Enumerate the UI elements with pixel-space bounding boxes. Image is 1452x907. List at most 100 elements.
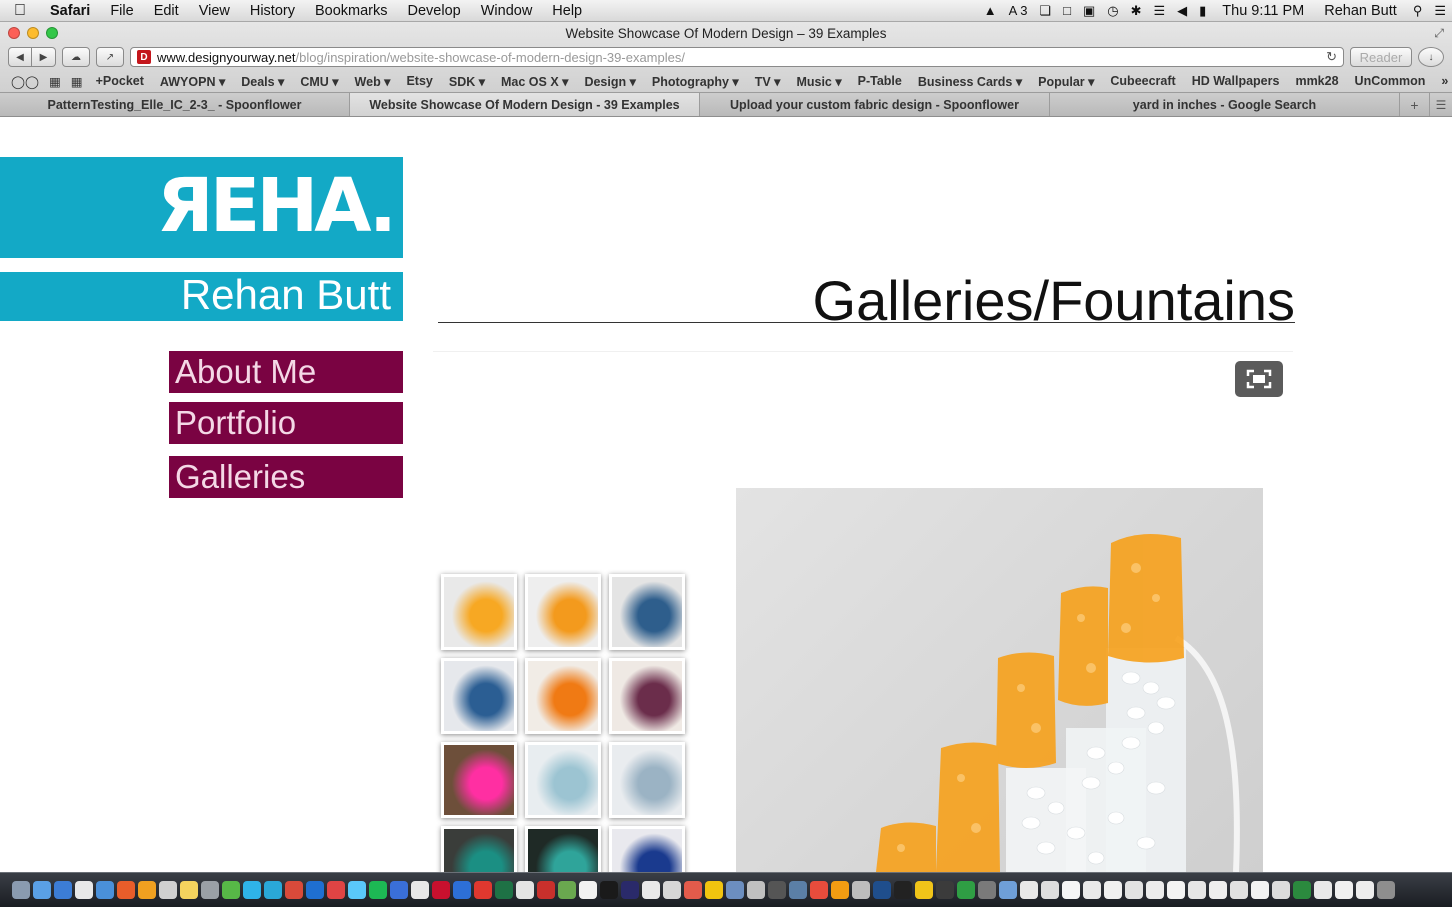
dock-app-icon[interactable] (999, 881, 1017, 899)
bookmark-mmk28[interactable]: mmk28 (1287, 74, 1346, 89)
menu-file[interactable]: File (100, 3, 143, 19)
dock-app-icon[interactable] (747, 881, 765, 899)
dock-app-icon[interactable] (1020, 881, 1038, 899)
dock-app-icon[interactable] (1293, 881, 1311, 899)
dock-app-icon[interactable] (957, 881, 975, 899)
menu-edit[interactable]: Edit (144, 3, 189, 19)
new-tab-button[interactable]: + (1400, 93, 1430, 116)
dock-app-icon[interactable] (138, 881, 156, 899)
notification-center-icon[interactable]: ☰ (1428, 3, 1452, 19)
bookmarks-book-icon[interactable]: ▦ (44, 74, 66, 89)
dock-app-icon[interactable] (327, 881, 345, 899)
dock-app-icon[interactable] (432, 881, 450, 899)
bookmark-tv[interactable]: TV ▾ (747, 74, 789, 89)
dock-app-icon[interactable] (243, 881, 261, 899)
menu-develop[interactable]: Develop (398, 3, 471, 19)
bookmark-photography[interactable]: Photography ▾ (644, 74, 747, 89)
fullscreen-gallery-button[interactable] (1235, 361, 1283, 397)
close-window-button[interactable] (8, 27, 20, 39)
thumb-blue-tiered[interactable] (609, 574, 685, 650)
dock-app-icon[interactable] (894, 881, 912, 899)
thumb-neon-tree[interactable] (441, 742, 517, 818)
share-button[interactable]: ↗ (96, 47, 124, 67)
dock-app-icon[interactable] (201, 881, 219, 899)
menubar-clock[interactable]: Thu 9:11 PM (1212, 3, 1314, 19)
menu-view[interactable]: View (189, 3, 240, 19)
dock-app-icon[interactable] (1041, 881, 1059, 899)
dock-app-icon[interactable] (495, 881, 513, 899)
tab-website-showcase[interactable]: Website Showcase Of Modern Design - 39 E… (350, 93, 700, 116)
bookmark-popular[interactable]: Popular ▾ (1030, 74, 1102, 89)
reload-icon[interactable]: ↻ (1326, 49, 1337, 65)
bookmark-uncommon[interactable]: UnCommon (1347, 74, 1434, 89)
thumb-green-bowls[interactable] (525, 826, 601, 872)
dock-app-icon[interactable] (1335, 881, 1353, 899)
thumb-teal-cascade[interactable] (441, 826, 517, 872)
dock-app-icon[interactable] (369, 881, 387, 899)
dock-app-icon[interactable] (1146, 881, 1164, 899)
thumb-white-sculpture[interactable] (609, 742, 685, 818)
bookmark-etsy[interactable]: Etsy (398, 74, 440, 89)
volume-icon[interactable]: ◀ (1171, 3, 1193, 19)
tab-upload-fabric[interactable]: Upload your custom fabric design - Spoon… (700, 93, 1050, 116)
nav-galleries[interactable]: Galleries (169, 456, 403, 498)
menubar-user[interactable]: Rehan Butt (1314, 3, 1407, 19)
dock-app-icon[interactable] (1272, 881, 1290, 899)
dock-app-icon[interactable] (663, 881, 681, 899)
time-machine-icon[interactable]: ◷ (1101, 3, 1124, 19)
thumb-orange-swing[interactable] (525, 658, 601, 734)
dock-app-icon[interactable] (684, 881, 702, 899)
bookmark--pocket[interactable]: +Pocket (88, 74, 152, 89)
dock-app-icon[interactable] (1062, 881, 1080, 899)
dock-app-icon[interactable] (1188, 881, 1206, 899)
dock-app-icon[interactable] (1356, 881, 1374, 899)
address-bar[interactable]: D www.designyourway.net /blog/inspiratio… (130, 47, 1344, 67)
dock-app-icon[interactable] (726, 881, 744, 899)
dock-app-icon[interactable] (1251, 881, 1269, 899)
zoom-window-button[interactable] (46, 27, 58, 39)
dock-app-icon[interactable] (1104, 881, 1122, 899)
forward-button[interactable]: ▶ (32, 47, 56, 67)
dock-app-icon[interactable] (579, 881, 597, 899)
menu-history[interactable]: History (240, 3, 305, 19)
dock-app-icon[interactable] (33, 881, 51, 899)
bookmarks-overflow-icon[interactable]: » (1433, 74, 1452, 88)
menu-window[interactable]: Window (471, 3, 543, 19)
downloads-button[interactable]: ↓ (1418, 47, 1444, 67)
bookmark-cubeecraft[interactable]: Cubeecraft (1102, 74, 1183, 89)
screenshot-icon[interactable]: □ (1057, 3, 1077, 18)
icloud-tabs-button[interactable]: ☁ (62, 47, 90, 67)
dock-app-icon[interactable] (474, 881, 492, 899)
dock-app-icon[interactable] (915, 881, 933, 899)
dock-app-icon[interactable] (1167, 881, 1185, 899)
dock-app-icon[interactable] (600, 881, 618, 899)
dock-app-icon[interactable] (12, 881, 30, 899)
battery-icon[interactable]: ▮ (1193, 3, 1212, 19)
dock-app-icon[interactable] (222, 881, 240, 899)
site-logo[interactable]: ЯEHA. (0, 157, 403, 258)
menu-help[interactable]: Help (542, 3, 592, 19)
menu-safari[interactable]: Safari (40, 3, 100, 19)
dock-app-icon[interactable] (54, 881, 72, 899)
fullscreen-icon[interactable]: ⤢ (1434, 26, 1444, 41)
dock-app-icon[interactable] (264, 881, 282, 899)
dock-app-icon[interactable] (936, 881, 954, 899)
bookmark-awyopn[interactable]: AWYOPN ▾ (152, 74, 233, 89)
dock-app-icon[interactable] (96, 881, 114, 899)
bookmark-p-table[interactable]: P-Table (850, 74, 910, 89)
dock-app-icon[interactable] (453, 881, 471, 899)
dock-app-icon[interactable] (705, 881, 723, 899)
thumb-blue-frame[interactable] (609, 826, 685, 872)
bluetooth-icon[interactable]: ✱ (1125, 3, 1148, 19)
top-sites-grid-icon[interactable]: ▦ (66, 74, 88, 89)
thumb-purple-swing[interactable] (609, 658, 685, 734)
dock-app-icon[interactable] (1230, 881, 1248, 899)
dock-app-icon[interactable] (117, 881, 135, 899)
reading-list-icon[interactable]: ◯◯ (6, 74, 44, 89)
reader-button[interactable]: Reader (1350, 47, 1412, 67)
dock-app-icon[interactable] (831, 881, 849, 899)
apple-menu-icon[interactable]:  (0, 2, 40, 20)
google-drive-icon[interactable]: ▲ (978, 3, 1003, 18)
bookmark-mac-os-x[interactable]: Mac OS X ▾ (493, 74, 576, 89)
dock-app-icon[interactable] (642, 881, 660, 899)
